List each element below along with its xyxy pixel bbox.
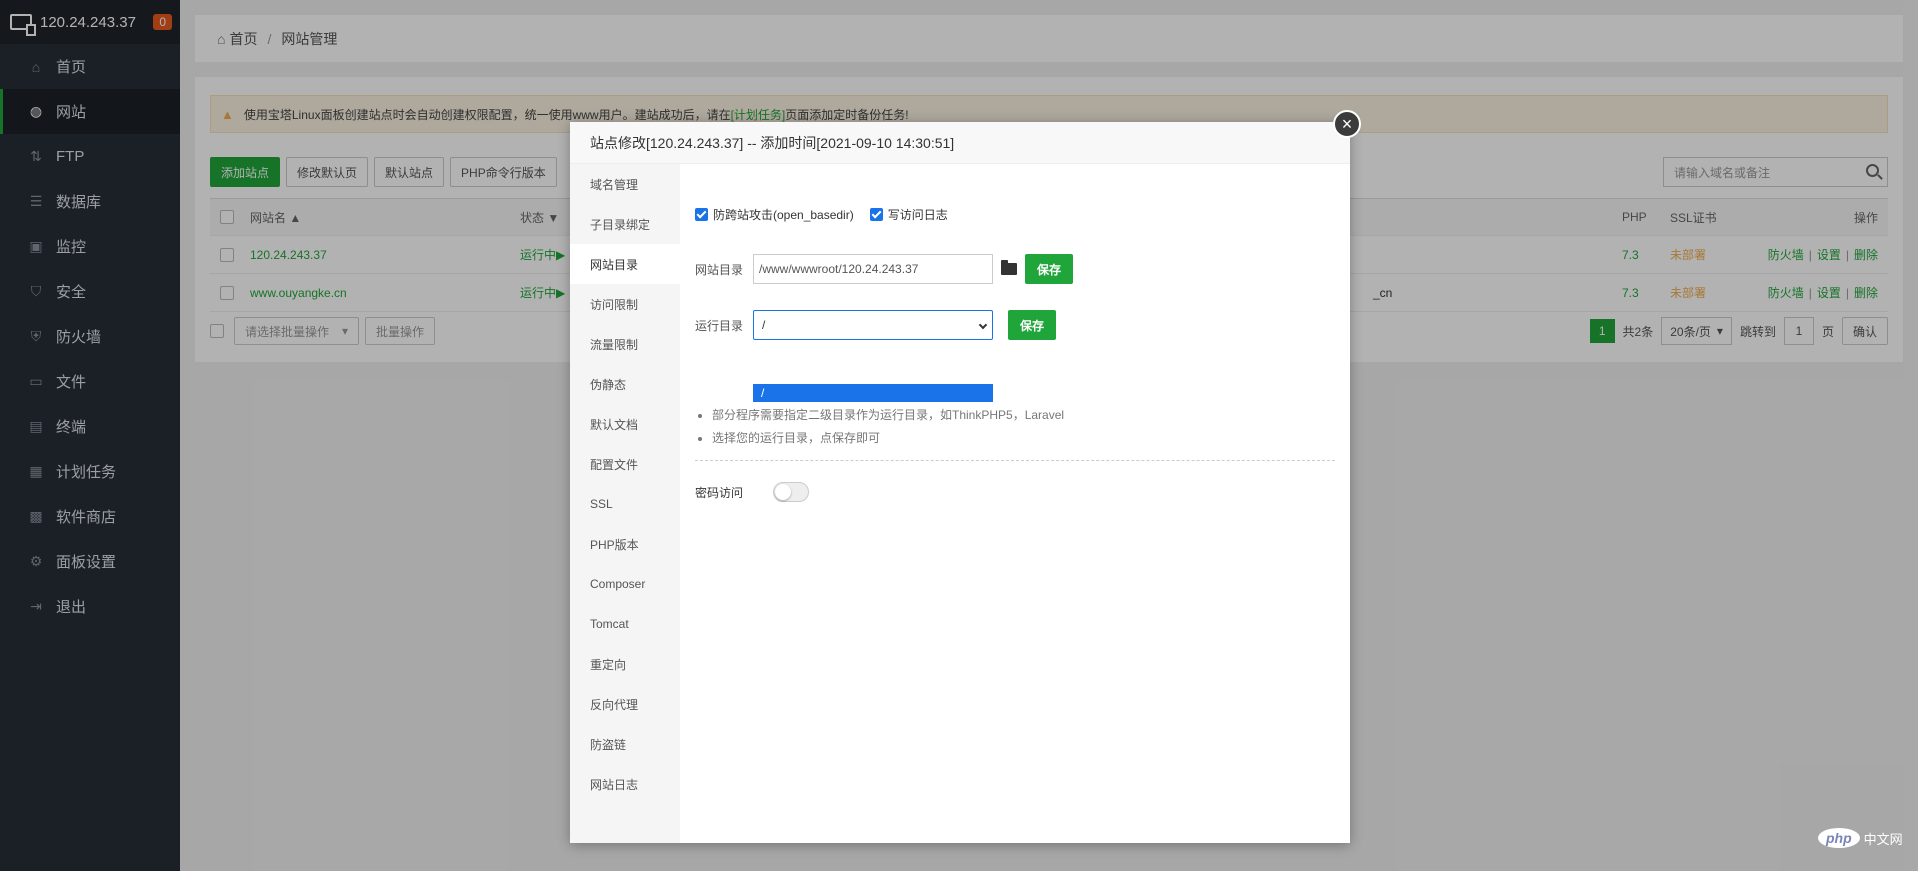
- dialog-menu-item[interactable]: 默认文档: [570, 404, 680, 444]
- dialog-menu-item[interactable]: PHP版本: [570, 524, 680, 564]
- dialog-menu: 域名管理 子目录绑定 网站目录 访问限制 流量限制 伪静态 默认文档 配置文件 SSL PHP版本…: [570, 164, 680, 843]
- site-dir-input[interactable]: /www/wwwroot/120.24.243.37: [753, 254, 993, 284]
- dialog-menu-item[interactable]: 子目录绑定: [570, 204, 680, 244]
- anti-xss-checkbox[interactable]: 防跨站攻击(open_basedir): [695, 206, 854, 223]
- folder-open-icon[interactable]: [1001, 260, 1017, 275]
- watermark: php 中文网: [1818, 828, 1903, 848]
- close-icon[interactable]: ×: [1333, 110, 1361, 138]
- dialog-menu-item[interactable]: 反向代理: [570, 684, 680, 724]
- chevron-down-icon: [978, 320, 988, 330]
- dialog-title: 站点修改[120.24.243.37] -- 添加时间[2021-09-10 1…: [570, 122, 1350, 164]
- watermark-logo: php: [1818, 828, 1860, 848]
- dialog-menu-item[interactable]: 域名管理: [570, 164, 680, 204]
- run-dir-option[interactable]: /: [753, 384, 993, 402]
- dialog-menu-item[interactable]: 网站目录: [570, 244, 680, 284]
- dialog-menu-item[interactable]: SSL: [570, 484, 680, 524]
- dialog-body: 防跨站攻击(open_basedir) 写访问日志 网站目录 /www/wwwr…: [680, 164, 1350, 843]
- dialog-menu-item[interactable]: Tomcat: [570, 604, 680, 644]
- run-dir-select[interactable]: /: [753, 310, 993, 340]
- dialog-menu-item[interactable]: 伪静态: [570, 364, 680, 404]
- checkbox-checked-icon: [695, 208, 708, 221]
- dialog-menu-item[interactable]: 配置文件: [570, 444, 680, 484]
- tips-list: 部分程序需要指定二级目录作为运行目录，如ThinkPHP5，Laravel 选择…: [695, 404, 1064, 450]
- dialog-menu-item[interactable]: 防盗链: [570, 724, 680, 764]
- dialog-menu-item[interactable]: Composer: [570, 564, 680, 604]
- run-dir-value: /: [762, 318, 766, 332]
- password-access-label: 密码访问: [695, 485, 744, 500]
- access-log-label: 写访问日志: [887, 208, 948, 222]
- options-row: 防跨站攻击(open_basedir) 写访问日志: [695, 206, 964, 223]
- run-dir-save-button[interactable]: 保存: [1008, 310, 1057, 340]
- access-log-checkbox[interactable]: 写访问日志: [869, 206, 948, 223]
- checkbox-checked-icon: [869, 208, 883, 221]
- dialog-menu-item[interactable]: 重定向: [570, 644, 680, 684]
- site-dir-label: 网站目录: [695, 262, 744, 277]
- password-row: 密码访问: [695, 482, 810, 502]
- tip-item: 部分程序需要指定二级目录作为运行目录，如ThinkPHP5，Laravel: [712, 404, 1064, 427]
- dialog-menu-item[interactable]: 访问限制: [570, 284, 680, 324]
- anti-xss-label: 防跨站攻击(open_basedir): [713, 208, 854, 222]
- tip-item: 选择您的运行目录，点保存即可: [712, 427, 1064, 450]
- divider: [695, 460, 1335, 461]
- run-dir-label: 运行目录: [695, 318, 744, 333]
- site-dir-row: 网站目录 /www/wwwroot/120.24.243.37 保存: [695, 254, 1074, 284]
- password-access-toggle[interactable]: [773, 482, 810, 502]
- watermark-text: 中文网: [1863, 831, 1903, 847]
- dialog-menu-item[interactable]: 网站日志: [570, 764, 680, 804]
- site-edit-dialog: 站点修改[120.24.243.37] -- 添加时间[2021-09-10 1…: [570, 122, 1350, 843]
- dialog-menu-item[interactable]: 流量限制: [570, 324, 680, 364]
- site-dir-save-button[interactable]: 保存: [1025, 254, 1074, 284]
- run-dir-row: 运行目录 / 保存: [695, 310, 1057, 340]
